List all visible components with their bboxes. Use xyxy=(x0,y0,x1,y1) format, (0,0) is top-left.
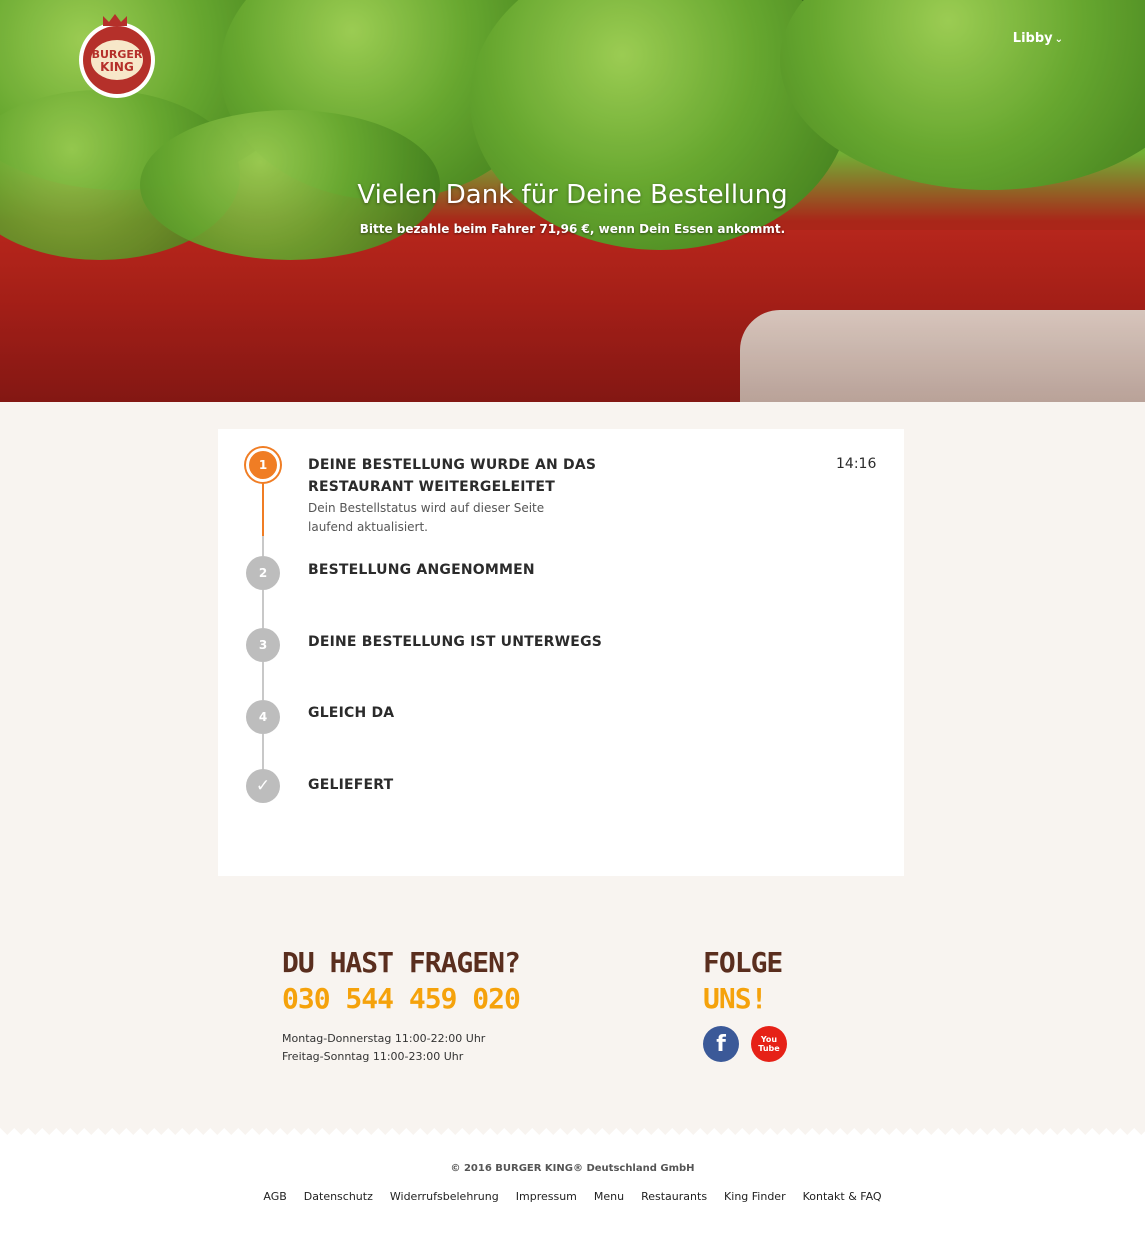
step-2-title: BESTELLUNG ANGENOMMEN xyxy=(308,562,535,578)
progress-line xyxy=(262,536,264,556)
footer-link-agb[interactable]: AGB xyxy=(263,1190,286,1203)
footer-link-king-finder[interactable]: King Finder xyxy=(724,1190,786,1203)
footer-link-restaurants[interactable]: Restaurants xyxy=(641,1190,707,1203)
footer-link-impressum[interactable]: Impressum xyxy=(516,1190,577,1203)
footer-zigzag-edge xyxy=(0,1128,1145,1142)
footer-links: AGB Datenschutz Widerrufsbelehrung Impre… xyxy=(0,1190,1145,1203)
footer-link-menu[interactable]: Menu xyxy=(594,1190,624,1203)
checkmark-icon: ✓ xyxy=(246,769,280,803)
footer-link-widerrufsbelehrung[interactable]: Widerrufsbelehrung xyxy=(390,1190,499,1203)
progress-line-active xyxy=(262,482,264,536)
step-4-circle: 4 xyxy=(246,700,280,734)
step-4-title: GLEICH DA xyxy=(308,705,395,721)
hero-title: Vielen Dank für Deine Bestellung xyxy=(357,180,788,210)
step-1-time: 14:16 xyxy=(836,456,877,472)
hours-weekend: Freitag-Sonntag 11:00-23:00 Uhr xyxy=(282,1050,464,1063)
step-1-title: DEINE BESTELLUNG WURDE AN DAS RESTAURANT… xyxy=(308,457,597,495)
youtube-icon[interactable]: You Tube xyxy=(751,1026,787,1062)
chevron-down-icon: ⌄ xyxy=(1054,34,1063,45)
footer-link-datenschutz[interactable]: Datenschutz xyxy=(304,1190,373,1203)
hours-weekday: Montag-Donnerstag 11:00-22:00 Uhr xyxy=(282,1032,486,1045)
copyright: © 2016 BURGER KING® Deutschland GmbH xyxy=(450,1163,695,1174)
step-5-title: GELIEFERT xyxy=(308,777,394,793)
step-1-circle: 1 xyxy=(246,448,280,482)
youtube-text-1: You xyxy=(760,1035,778,1044)
follow-title-1: FOLGE xyxy=(703,946,783,979)
user-name: Libby xyxy=(1012,31,1053,46)
progress-line xyxy=(262,662,264,700)
footer-link-kontakt-faq[interactable]: Kontakt & FAQ xyxy=(803,1190,882,1203)
step-1-description: Dein Bestellstatus wird auf dieser Seite… xyxy=(308,501,545,534)
burger-king-logo[interactable]: BURGER KING xyxy=(76,10,158,102)
hero-banner: BURGER KING Libby ⌄ Vielen Dank für Deine… xyxy=(0,0,1145,402)
progress-line xyxy=(262,590,264,628)
facebook-icon[interactable]: f xyxy=(703,1026,739,1062)
logo-text-king: KING xyxy=(100,60,134,74)
follow-title-2: UNS! xyxy=(703,982,767,1015)
progress-line xyxy=(262,734,264,772)
hero-subtitle: Bitte bezahle beim Fahrer 71,96 €, wenn … xyxy=(359,222,786,236)
user-menu[interactable]: Libby ⌄ xyxy=(1013,31,1063,46)
youtube-text-2: Tube xyxy=(758,1044,780,1053)
facebook-glyph: f xyxy=(716,1031,726,1057)
step-3-title: DEINE BESTELLUNG IST UNTERWEGS xyxy=(308,634,603,650)
contact-phone[interactable]: 030 544 459 020 xyxy=(282,982,521,1015)
step-2-circle: 2 xyxy=(246,556,280,590)
contact-title: DU HAST FRAGEN? xyxy=(282,946,521,979)
step-3-circle: 3 xyxy=(246,628,280,662)
